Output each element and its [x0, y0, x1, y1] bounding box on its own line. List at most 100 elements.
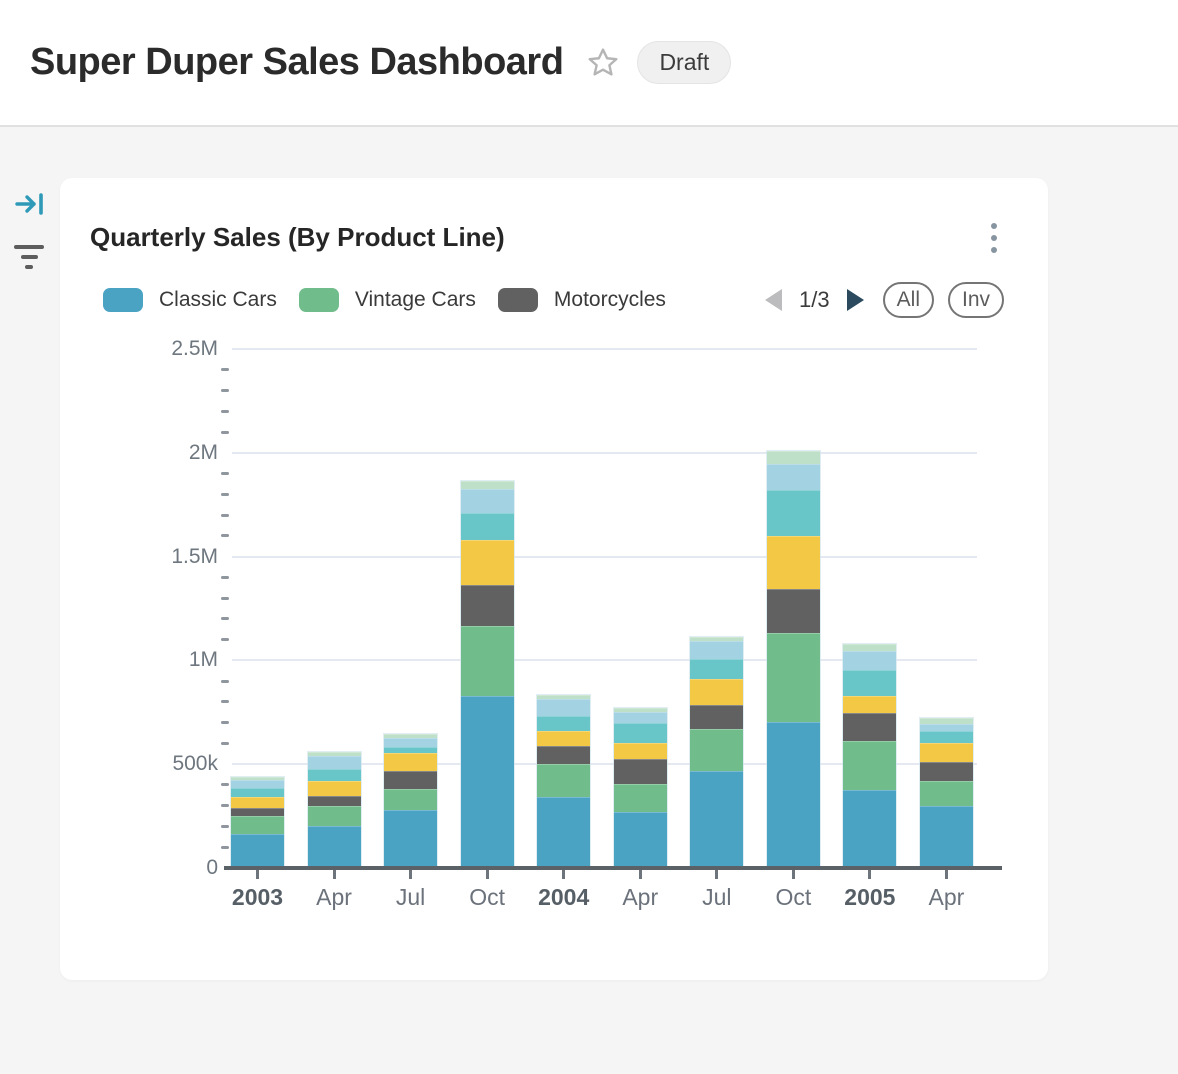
legend-item-vintage-cars[interactable]: Vintage Cars — [299, 288, 476, 312]
legend-swatch-icon — [498, 288, 538, 312]
card-menu-button[interactable] — [982, 220, 1006, 256]
bar-segment-ships[interactable] — [690, 659, 743, 680]
chart-card: Quarterly Sales (By Product Line) Classi… — [60, 178, 1048, 980]
bar-segment-planes[interactable] — [920, 743, 973, 761]
bar-segment-classic-cars[interactable] — [920, 806, 973, 868]
bar-apr-5[interactable] — [614, 708, 667, 868]
bar-oct-7[interactable] — [767, 451, 820, 868]
bar-2005-8[interactable] — [843, 644, 896, 868]
bar-segment-motorcycles[interactable] — [767, 589, 820, 633]
bar-segment-motorcycles[interactable] — [231, 808, 284, 816]
bar-segment-trucks-and-buses[interactable] — [843, 651, 896, 670]
bar-segment-ships[interactable] — [843, 670, 896, 696]
legend-item-classic-cars[interactable]: Classic Cars — [103, 288, 277, 312]
bar-segment-planes[interactable] — [537, 731, 590, 746]
bar-segment-trucks-and-buses[interactable] — [537, 699, 590, 716]
bar-segment-classic-cars[interactable] — [308, 826, 361, 868]
bar-segment-classic-cars[interactable] — [231, 834, 284, 868]
bar-jul-2[interactable] — [384, 734, 437, 868]
collapse-panel-button[interactable] — [14, 188, 46, 223]
x-axis-label: Apr — [901, 884, 991, 911]
y-minor-tick — [221, 638, 229, 641]
bar-2003-0[interactable] — [231, 777, 284, 868]
bar-segment-planes[interactable] — [384, 753, 437, 770]
bar-apr-1[interactable] — [308, 752, 361, 868]
bar-segment-trucks-and-buses[interactable] — [231, 780, 284, 788]
bar-segment-planes[interactable] — [231, 797, 284, 808]
y-gridline — [232, 452, 977, 454]
bar-segment-motorcycles[interactable] — [920, 762, 973, 781]
bar-segment-classic-cars[interactable] — [384, 810, 437, 868]
x-axis-tick — [333, 870, 336, 879]
bar-segment-motorcycles[interactable] — [384, 771, 437, 789]
bar-jul-6[interactable] — [690, 637, 743, 868]
bar-segment-trucks-and-buses[interactable] — [690, 641, 743, 659]
bar-segment-planes[interactable] — [767, 536, 820, 589]
bar-segment-vintage-cars[interactable] — [231, 816, 284, 834]
bar-segment-trains[interactable] — [843, 644, 896, 651]
bar-segment-ships[interactable] — [614, 723, 667, 743]
bar-segment-ships[interactable] — [767, 490, 820, 536]
bar-segment-vintage-cars[interactable] — [308, 806, 361, 826]
bar-segment-motorcycles[interactable] — [690, 705, 743, 728]
bar-segment-ships[interactable] — [920, 731, 973, 743]
legend-item-motorcycles[interactable]: Motorcycles — [498, 288, 666, 312]
bar-segment-motorcycles[interactable] — [614, 759, 667, 784]
bar-2004-4[interactable] — [537, 695, 590, 868]
chart-title: Quarterly Sales (By Product Line) — [90, 222, 505, 253]
bar-segment-classic-cars[interactable] — [843, 790, 896, 868]
bar-segment-motorcycles[interactable] — [308, 796, 361, 806]
bar-segment-classic-cars[interactable] — [614, 812, 667, 868]
bar-segment-vintage-cars[interactable] — [920, 781, 973, 806]
legend-label: Classic Cars — [159, 288, 277, 312]
bar-segment-planes[interactable] — [461, 540, 514, 585]
app-header: Super Duper Sales Dashboard Draft — [0, 0, 1178, 127]
bar-segment-trains[interactable] — [461, 481, 514, 489]
bar-segment-trucks-and-buses[interactable] — [308, 756, 361, 769]
bar-segment-trucks-and-buses[interactable] — [920, 724, 973, 731]
x-axis-line — [224, 866, 1002, 870]
bar-segment-motorcycles[interactable] — [537, 746, 590, 764]
bar-segment-classic-cars[interactable] — [690, 771, 743, 868]
bar-oct-3[interactable] — [461, 481, 514, 868]
bar-segment-trucks-and-buses[interactable] — [384, 738, 437, 747]
bar-segment-ships[interactable] — [308, 769, 361, 781]
bar-segment-classic-cars[interactable] — [537, 797, 590, 868]
y-minor-tick — [221, 431, 229, 434]
page-title: Super Duper Sales Dashboard — [30, 41, 563, 84]
favorite-star-button[interactable] — [585, 45, 621, 81]
bar-segment-vintage-cars[interactable] — [843, 741, 896, 790]
y-axis-label: 2.5M — [124, 337, 218, 361]
bar-segment-vintage-cars[interactable] — [384, 789, 437, 810]
bar-segment-vintage-cars[interactable] — [614, 784, 667, 812]
bar-segment-motorcycles[interactable] — [461, 585, 514, 626]
bar-segment-classic-cars[interactable] — [461, 696, 514, 868]
bar-segment-trains[interactable] — [767, 451, 820, 464]
filter-button[interactable] — [12, 240, 46, 274]
bar-segment-trucks-and-buses[interactable] — [461, 489, 514, 513]
all-button[interactable]: All — [883, 282, 934, 318]
bar-segment-ships[interactable] — [384, 747, 437, 754]
status-badge: Draft — [637, 41, 731, 84]
bar-segment-trucks-and-buses[interactable] — [767, 464, 820, 491]
bar-apr-9[interactable] — [920, 718, 973, 868]
bar-segment-classic-cars[interactable] — [767, 722, 820, 868]
inv-button[interactable]: Inv — [948, 282, 1004, 318]
bar-segment-vintage-cars[interactable] — [461, 626, 514, 696]
bar-segment-ships[interactable] — [231, 788, 284, 797]
legend-next-button[interactable] — [847, 289, 864, 311]
y-minor-tick — [221, 700, 229, 703]
bar-segment-trucks-and-buses[interactable] — [614, 712, 667, 723]
bar-segment-motorcycles[interactable] — [843, 713, 896, 741]
y-minor-tick — [221, 368, 229, 371]
bar-segment-ships[interactable] — [461, 513, 514, 540]
legend-prev-button[interactable] — [765, 289, 782, 311]
bar-segment-vintage-cars[interactable] — [767, 633, 820, 722]
bar-segment-vintage-cars[interactable] — [537, 764, 590, 797]
bar-segment-planes[interactable] — [614, 743, 667, 760]
bar-segment-planes[interactable] — [843, 696, 896, 714]
bar-segment-planes[interactable] — [690, 679, 743, 705]
bar-segment-planes[interactable] — [308, 781, 361, 796]
bar-segment-ships[interactable] — [537, 716, 590, 731]
bar-segment-vintage-cars[interactable] — [690, 729, 743, 771]
